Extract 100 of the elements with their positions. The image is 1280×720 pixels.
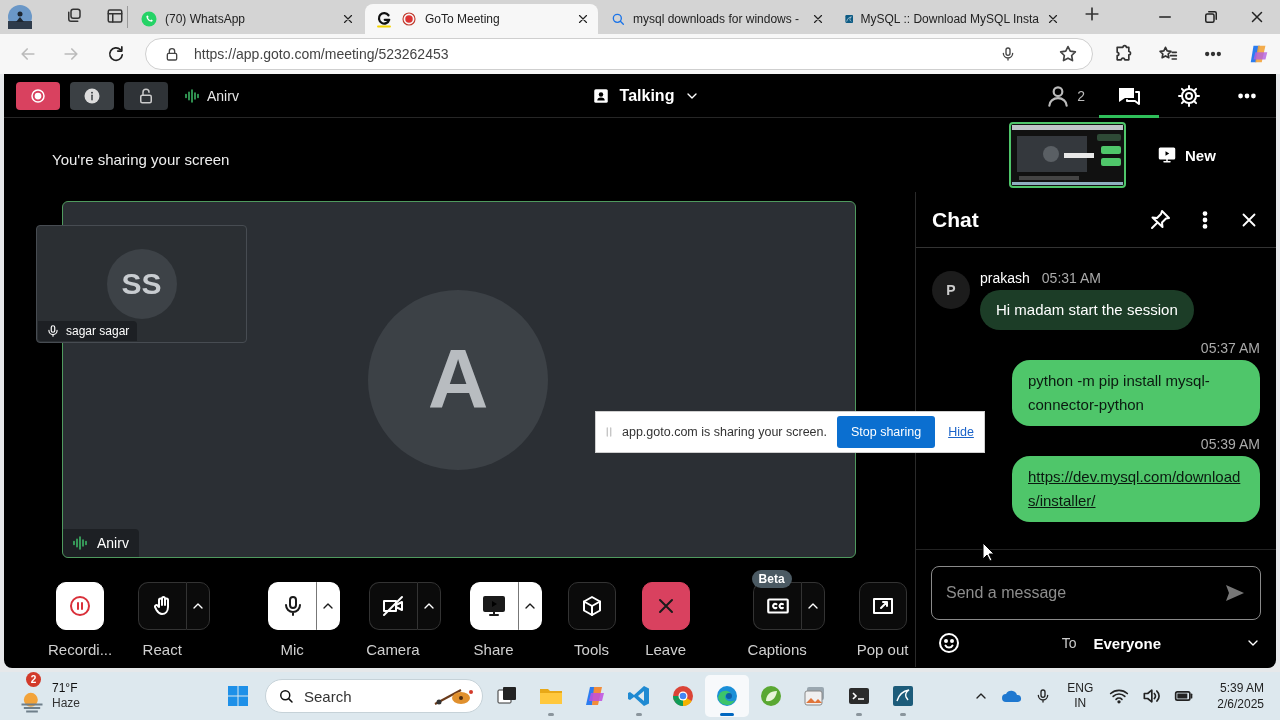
favorite-star-icon[interactable] <box>1058 44 1078 64</box>
browser-icon <box>671 684 695 708</box>
microphone-icon <box>46 324 60 338</box>
swirl-icon <box>583 684 607 708</box>
browser-icon <box>715 684 739 708</box>
search-icon <box>610 11 626 27</box>
control-label: Pop out <box>856 641 909 658</box>
pin-icon[interactable] <box>1148 207 1172 232</box>
temperature: 71°F <box>52 681 79 696</box>
leaf-icon <box>759 684 783 708</box>
volume-icon[interactable] <box>1141 686 1162 706</box>
close-icon[interactable] <box>811 12 825 26</box>
vertical-tabs-icon[interactable] <box>106 6 124 25</box>
mic-button[interactable] <box>268 582 317 630</box>
phone-bubble-icon <box>140 10 158 28</box>
recording-icon <box>400 10 418 28</box>
captions-button[interactable] <box>753 582 802 630</box>
participant-avatar: SS <box>106 249 177 319</box>
browser-tab[interactable]: GoTo Meeting <box>365 4 598 34</box>
close-icon[interactable] <box>1046 12 1060 26</box>
cursor-icon <box>982 542 996 562</box>
sharing-notice: You're sharing your screen <box>52 151 230 168</box>
participant-avatar: A <box>368 289 548 470</box>
message-text: python -m pip install mysql-connector-python <box>1028 372 1210 413</box>
control-label: React <box>142 641 182 658</box>
react-button[interactable] <box>138 582 187 630</box>
app-icon <box>891 684 915 708</box>
message-time: 05:37 AM <box>1200 340 1260 356</box>
recording-button[interactable] <box>56 582 105 630</box>
sender-avatar: P <box>932 271 970 309</box>
participant-name: Anirv <box>97 535 129 551</box>
audio-level-icon <box>71 534 89 552</box>
camera-off-icon <box>381 594 406 618</box>
view-dropdown[interactable]: Talking <box>591 87 701 105</box>
gallery-icon <box>803 684 827 708</box>
browser-tab[interactable]: mysql downloads for windows - <box>600 4 833 34</box>
pause-icon <box>68 594 93 618</box>
puzzle-icon[interactable] <box>1113 44 1133 64</box>
participant-name: sagar sagar <box>66 324 130 338</box>
emoji-icon[interactable] <box>937 631 961 655</box>
control-label: Leave <box>645 641 686 658</box>
hide-link[interactable]: Hide <box>948 425 974 439</box>
control-label: Share <box>473 641 514 658</box>
browser-tab[interactable]: (70) WhatsApp <box>130 4 363 34</box>
message-text: Hi madam start the session <box>996 301 1178 318</box>
share-button[interactable] <box>469 582 518 630</box>
message-field[interactable]: Send a message <box>931 566 1261 620</box>
audio-level-icon <box>183 87 201 105</box>
recipient-dropdown[interactable]: Everyone <box>1093 634 1261 652</box>
search-icon <box>277 687 295 705</box>
sharing-message: app.goto.com is sharing your screen. <box>622 425 827 439</box>
message-time: 05:31 AM <box>1041 270 1101 286</box>
leave-button[interactable] <box>641 582 690 630</box>
recipient-label: To <box>1061 635 1077 651</box>
copilot-icon[interactable] <box>1248 43 1270 65</box>
pop-out-button[interactable] <box>858 582 907 630</box>
record-button[interactable] <box>16 82 60 110</box>
address-bar[interactable]: https://app.goto.com/meeting/523262453 <box>145 38 1093 70</box>
message-time: 05:39 AM <box>1200 436 1260 452</box>
tools-button[interactable] <box>567 582 616 630</box>
logo-icon <box>375 10 393 28</box>
settings-icon[interactable] <box>1177 84 1201 108</box>
stop-sharing-button[interactable]: Stop sharing <box>836 416 936 448</box>
profile-avatar[interactable] <box>8 5 32 29</box>
close-icon[interactable] <box>576 12 590 26</box>
workspaces-icon[interactable] <box>65 6 83 25</box>
control-label: Captions <box>747 641 807 658</box>
participants-button[interactable]: 2 <box>1045 83 1085 109</box>
info-icon <box>83 87 101 105</box>
control-label: Recordi... <box>48 641 113 658</box>
weather-condition: Haze <box>52 696 80 711</box>
clock[interactable]: 5:39 AM 2/6/2025 <box>1217 680 1264 712</box>
new-button[interactable]: New <box>1158 146 1216 164</box>
camera-button[interactable] <box>368 582 417 630</box>
screen-icon <box>1158 146 1176 164</box>
sender-name: prakash <box>980 270 1030 286</box>
browser-tab[interactable]: MySQL :: Download MySQL Insta <box>835 4 1068 34</box>
control-label: Mic <box>280 641 304 658</box>
screen-icon <box>482 594 507 618</box>
close-icon[interactable] <box>341 12 355 26</box>
speaker-name: Anirv <box>207 88 239 104</box>
code-editor-icon <box>627 684 651 708</box>
language-indicator[interactable]: ENG IN <box>1067 681 1094 711</box>
search-field[interactable]: Search <box>265 679 483 713</box>
restore-icon[interactable] <box>1202 8 1220 26</box>
control-label: Tools <box>574 641 610 658</box>
beta-badge: Beta <box>751 570 792 588</box>
notification-badge: 2 <box>26 672 41 687</box>
chat-link[interactable]: https://dev.mysql.com/downloads/installer/ <box>1028 465 1244 513</box>
start-icon[interactable] <box>226 684 250 708</box>
record-icon <box>29 87 47 105</box>
microphone-icon[interactable] <box>1000 46 1016 62</box>
reload-icon[interactable] <box>106 44 126 64</box>
panel-title: Chat <box>932 207 979 232</box>
lock-icon <box>137 87 155 105</box>
control-label: Camera <box>366 641 420 658</box>
lock-icon <box>164 46 180 62</box>
info-button[interactable] <box>70 82 114 110</box>
lock-button[interactable] <box>124 82 168 110</box>
person-card-icon <box>591 87 610 105</box>
